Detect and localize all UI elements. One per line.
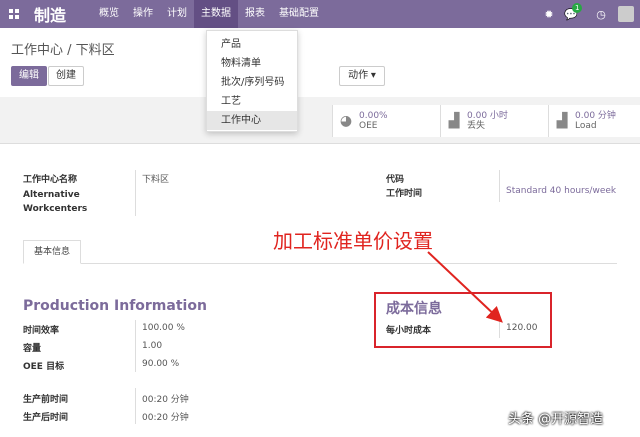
master-data-dropdown: 产品 物料清单 批次/序列号码 工艺 工作中心: [206, 30, 298, 132]
dropdown-item-routing[interactable]: 工艺: [207, 92, 297, 111]
dropdown-item-products[interactable]: 产品: [207, 35, 297, 54]
dropdown-item-lots[interactable]: 批次/序列号码: [207, 73, 297, 92]
dropdown-item-bom[interactable]: 物料清单: [207, 54, 297, 73]
watermark: 头条 @开源智造: [508, 412, 604, 427]
annotation-arrow: [427, 251, 503, 323]
dropdown-item-workcenters[interactable]: 工作中心: [207, 111, 297, 130]
